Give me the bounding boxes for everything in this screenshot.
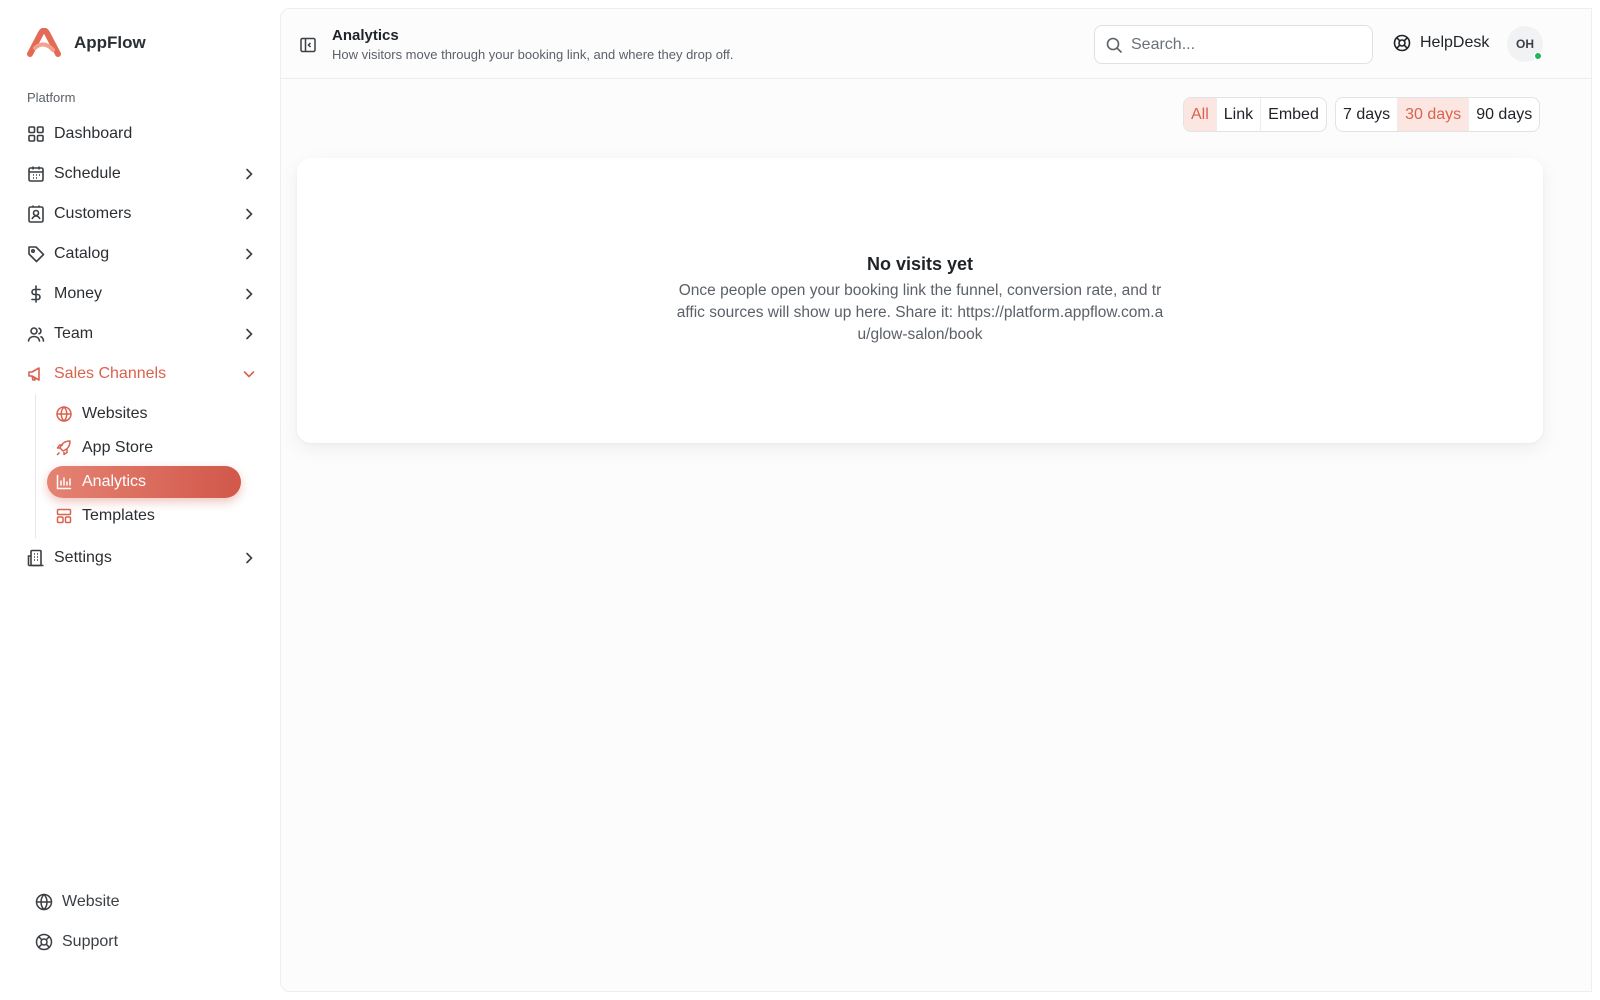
appflow-logo-icon <box>26 28 62 58</box>
sidebar-item-sales-channels[interactable]: Sales Channels <box>0 354 284 394</box>
lifebuoy-icon <box>34 932 54 952</box>
page-title: Analytics <box>332 27 399 44</box>
sidebar-item-settings[interactable]: Settings <box>0 538 284 578</box>
search-box[interactable] <box>1094 25 1373 64</box>
users-icon <box>26 324 46 344</box>
brand[interactable]: AppFlow <box>26 28 146 58</box>
sidebar-footer: Website Support <box>34 882 120 962</box>
bar-chart-icon <box>55 473 73 491</box>
chevron-right-icon <box>241 550 257 566</box>
sidebar-subitem-label: Templates <box>82 507 155 524</box>
sidebar-item-label: Settings <box>54 549 112 566</box>
chevron-right-icon <box>241 286 257 302</box>
calendar-icon <box>26 164 46 184</box>
sidebar-item-label: Sales Channels <box>54 365 167 382</box>
helpdesk-label: HelpDesk <box>1420 34 1490 51</box>
range-filter: 7 days 30 days 90 days <box>1335 97 1541 132</box>
sidebar-item-label: Money <box>54 285 103 302</box>
sidebar-subitem-label: Websites <box>82 405 148 422</box>
lifebuoy-icon <box>1392 33 1412 53</box>
helpdesk-button[interactable]: HelpDesk <box>1392 33 1489 53</box>
megaphone-icon <box>26 364 46 384</box>
search-icon <box>1105 36 1123 54</box>
dollar-icon <box>26 284 46 304</box>
search-input[interactable] <box>1131 35 1351 54</box>
sales-channels-submenu: Websites App Store Analytics Templates <box>35 394 284 538</box>
main-panel: Analytics How visitors move through your… <box>280 8 1592 992</box>
source-option-link[interactable]: Link <box>1217 98 1262 131</box>
sidebar-item-dashboard[interactable]: Dashboard <box>0 114 284 154</box>
source-filter: All Link Embed <box>1183 97 1327 132</box>
footer-link-website[interactable]: Website <box>34 882 120 922</box>
empty-state-title: No visits yet <box>866 254 974 274</box>
sidebar-item-label: Team <box>54 325 94 342</box>
contact-icon <box>26 204 46 224</box>
range-option-90-days[interactable]: 90 days <box>1469 98 1539 131</box>
sidebar-item-label: Dashboard <box>54 125 133 142</box>
source-option-embed[interactable]: Embed <box>1261 98 1326 131</box>
sidebar-subitem-label: App Store <box>82 439 154 456</box>
sidebar-subitem-analytics[interactable]: Analytics <box>47 466 241 498</box>
sidebar-item-team[interactable]: Team <box>0 314 284 354</box>
section-label: Platform <box>27 90 76 105</box>
rocket-icon <box>55 439 73 457</box>
sidebar-item-money[interactable]: Money <box>0 274 284 314</box>
source-option-all[interactable]: All <box>1184 98 1217 131</box>
tag-icon <box>26 244 46 264</box>
footer-link-label: Support <box>62 933 119 950</box>
chevron-right-icon <box>241 206 257 222</box>
empty-state-description: Once people open your booking link the f… <box>676 282 1164 343</box>
sidebar-nav: Dashboard Schedule Customers Catalog Mon… <box>0 114 284 578</box>
sidebar-subitem-templates[interactable]: Templates <box>47 500 241 532</box>
sidebar-toggle-icon[interactable] <box>299 36 317 54</box>
sidebar-item-schedule[interactable]: Schedule <box>0 154 284 194</box>
sidebar-item-label: Catalog <box>54 245 110 262</box>
footer-link-label: Website <box>62 893 120 910</box>
sidebar-item-customers[interactable]: Customers <box>0 194 284 234</box>
page-subtitle: How visitors move through your booking l… <box>332 47 734 62</box>
chevron-down-icon <box>241 366 257 382</box>
brand-name: AppFlow <box>74 33 146 52</box>
sidebar-item-catalog[interactable]: Catalog <box>0 234 284 274</box>
sidebar-subitem-websites[interactable]: Websites <box>47 398 241 430</box>
sidebar-subitem-label: Analytics <box>82 473 147 490</box>
sidebar-item-label: Customers <box>54 205 132 222</box>
building-icon <box>26 548 46 568</box>
page-header: Analytics How visitors move through your… <box>281 9 1591 79</box>
grid-icon <box>26 124 46 144</box>
globe-icon <box>34 892 54 912</box>
sidebar-subitem-app-store[interactable]: App Store <box>47 432 241 464</box>
sidebar: AppFlow Platform Dashboard Schedule Cust… <box>0 0 284 1000</box>
range-option-30-days[interactable]: 30 days <box>1398 98 1470 131</box>
avatar-initials: OH <box>1516 37 1534 51</box>
sidebar-item-label: Schedule <box>54 165 121 182</box>
globe-icon <box>55 405 73 423</box>
chevron-right-icon <box>241 166 257 182</box>
user-avatar[interactable]: OH <box>1507 26 1543 62</box>
online-status-dot <box>1534 52 1542 60</box>
footer-link-support[interactable]: Support <box>34 922 120 962</box>
empty-state-card: No visits yet Once people open your book… <box>297 158 1543 443</box>
range-option-7-days[interactable]: 7 days <box>1336 98 1399 131</box>
layout-icon <box>55 507 73 525</box>
chevron-right-icon <box>241 246 257 262</box>
chevron-right-icon <box>241 326 257 342</box>
